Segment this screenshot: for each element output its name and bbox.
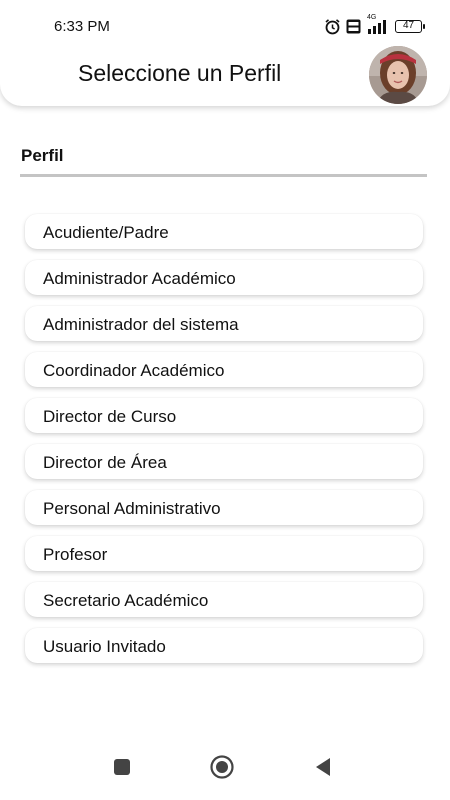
status-time: 6:33 PM bbox=[54, 18, 110, 35]
screen: 6:33 PM 4G 47 Seleccione un Perfil Perfi… bbox=[0, 0, 450, 800]
home-icon[interactable] bbox=[209, 754, 235, 780]
profile-item-director-de-curso[interactable]: Director de Curso bbox=[25, 398, 423, 433]
profile-item-label: Profesor bbox=[43, 545, 108, 564]
profile-item-label: Usuario Invitado bbox=[43, 637, 166, 656]
recent-apps-icon[interactable] bbox=[109, 754, 135, 780]
profile-item-coordinador-academico[interactable]: Coordinador Académico bbox=[25, 352, 423, 387]
profile-item-label: Coordinador Académico bbox=[43, 361, 225, 380]
page-title: Seleccione un Perfil bbox=[78, 60, 282, 86]
profile-item-label: Secretario Académico bbox=[43, 591, 209, 610]
profile-item-secretario-academico[interactable]: Secretario Académico bbox=[25, 582, 423, 617]
profile-item-director-de-area[interactable]: Director de Área bbox=[25, 444, 423, 479]
user-avatar[interactable] bbox=[369, 46, 427, 104]
profile-list: Acudiente/Padre Administrador Académico … bbox=[25, 214, 423, 674]
alarm-icon bbox=[324, 18, 341, 35]
section-divider bbox=[20, 174, 427, 177]
profile-item-label: Director de Curso bbox=[43, 407, 177, 426]
section-label: Perfil bbox=[21, 146, 64, 165]
system-nav-bar bbox=[0, 746, 450, 786]
profile-item-usuario-invitado[interactable]: Usuario Invitado bbox=[25, 628, 423, 663]
profile-item-administrador-del-sistema[interactable]: Administrador del sistema bbox=[25, 306, 423, 341]
signal-icon: 4G bbox=[366, 14, 390, 34]
profile-item-personal-administrativo[interactable]: Personal Administrativo bbox=[25, 490, 423, 525]
status-bar: 6:33 PM 4G 47 bbox=[0, 14, 450, 38]
battery-icon: 47 bbox=[395, 20, 425, 33]
status-icons: 4G 47 bbox=[324, 14, 425, 35]
profile-item-label: Administrador Académico bbox=[43, 269, 236, 288]
profile-item-label: Personal Administrativo bbox=[43, 499, 221, 518]
profile-item-acudiente-padre[interactable]: Acudiente/Padre bbox=[25, 214, 423, 249]
app-header: 6:33 PM 4G 47 Seleccione un Perfil bbox=[0, 0, 450, 106]
profile-item-label: Acudiente/Padre bbox=[43, 223, 169, 242]
profile-item-label: Administrador del sistema bbox=[43, 315, 239, 334]
profile-item-profesor[interactable]: Profesor bbox=[25, 536, 423, 571]
volte-icon bbox=[346, 19, 361, 34]
network-type-label: 4G bbox=[367, 14, 377, 21]
battery-level: 47 bbox=[402, 20, 415, 31]
back-icon[interactable] bbox=[310, 754, 336, 780]
profile-item-label: Director de Área bbox=[43, 453, 167, 472]
profile-item-administrador-academico[interactable]: Administrador Académico bbox=[25, 260, 423, 295]
